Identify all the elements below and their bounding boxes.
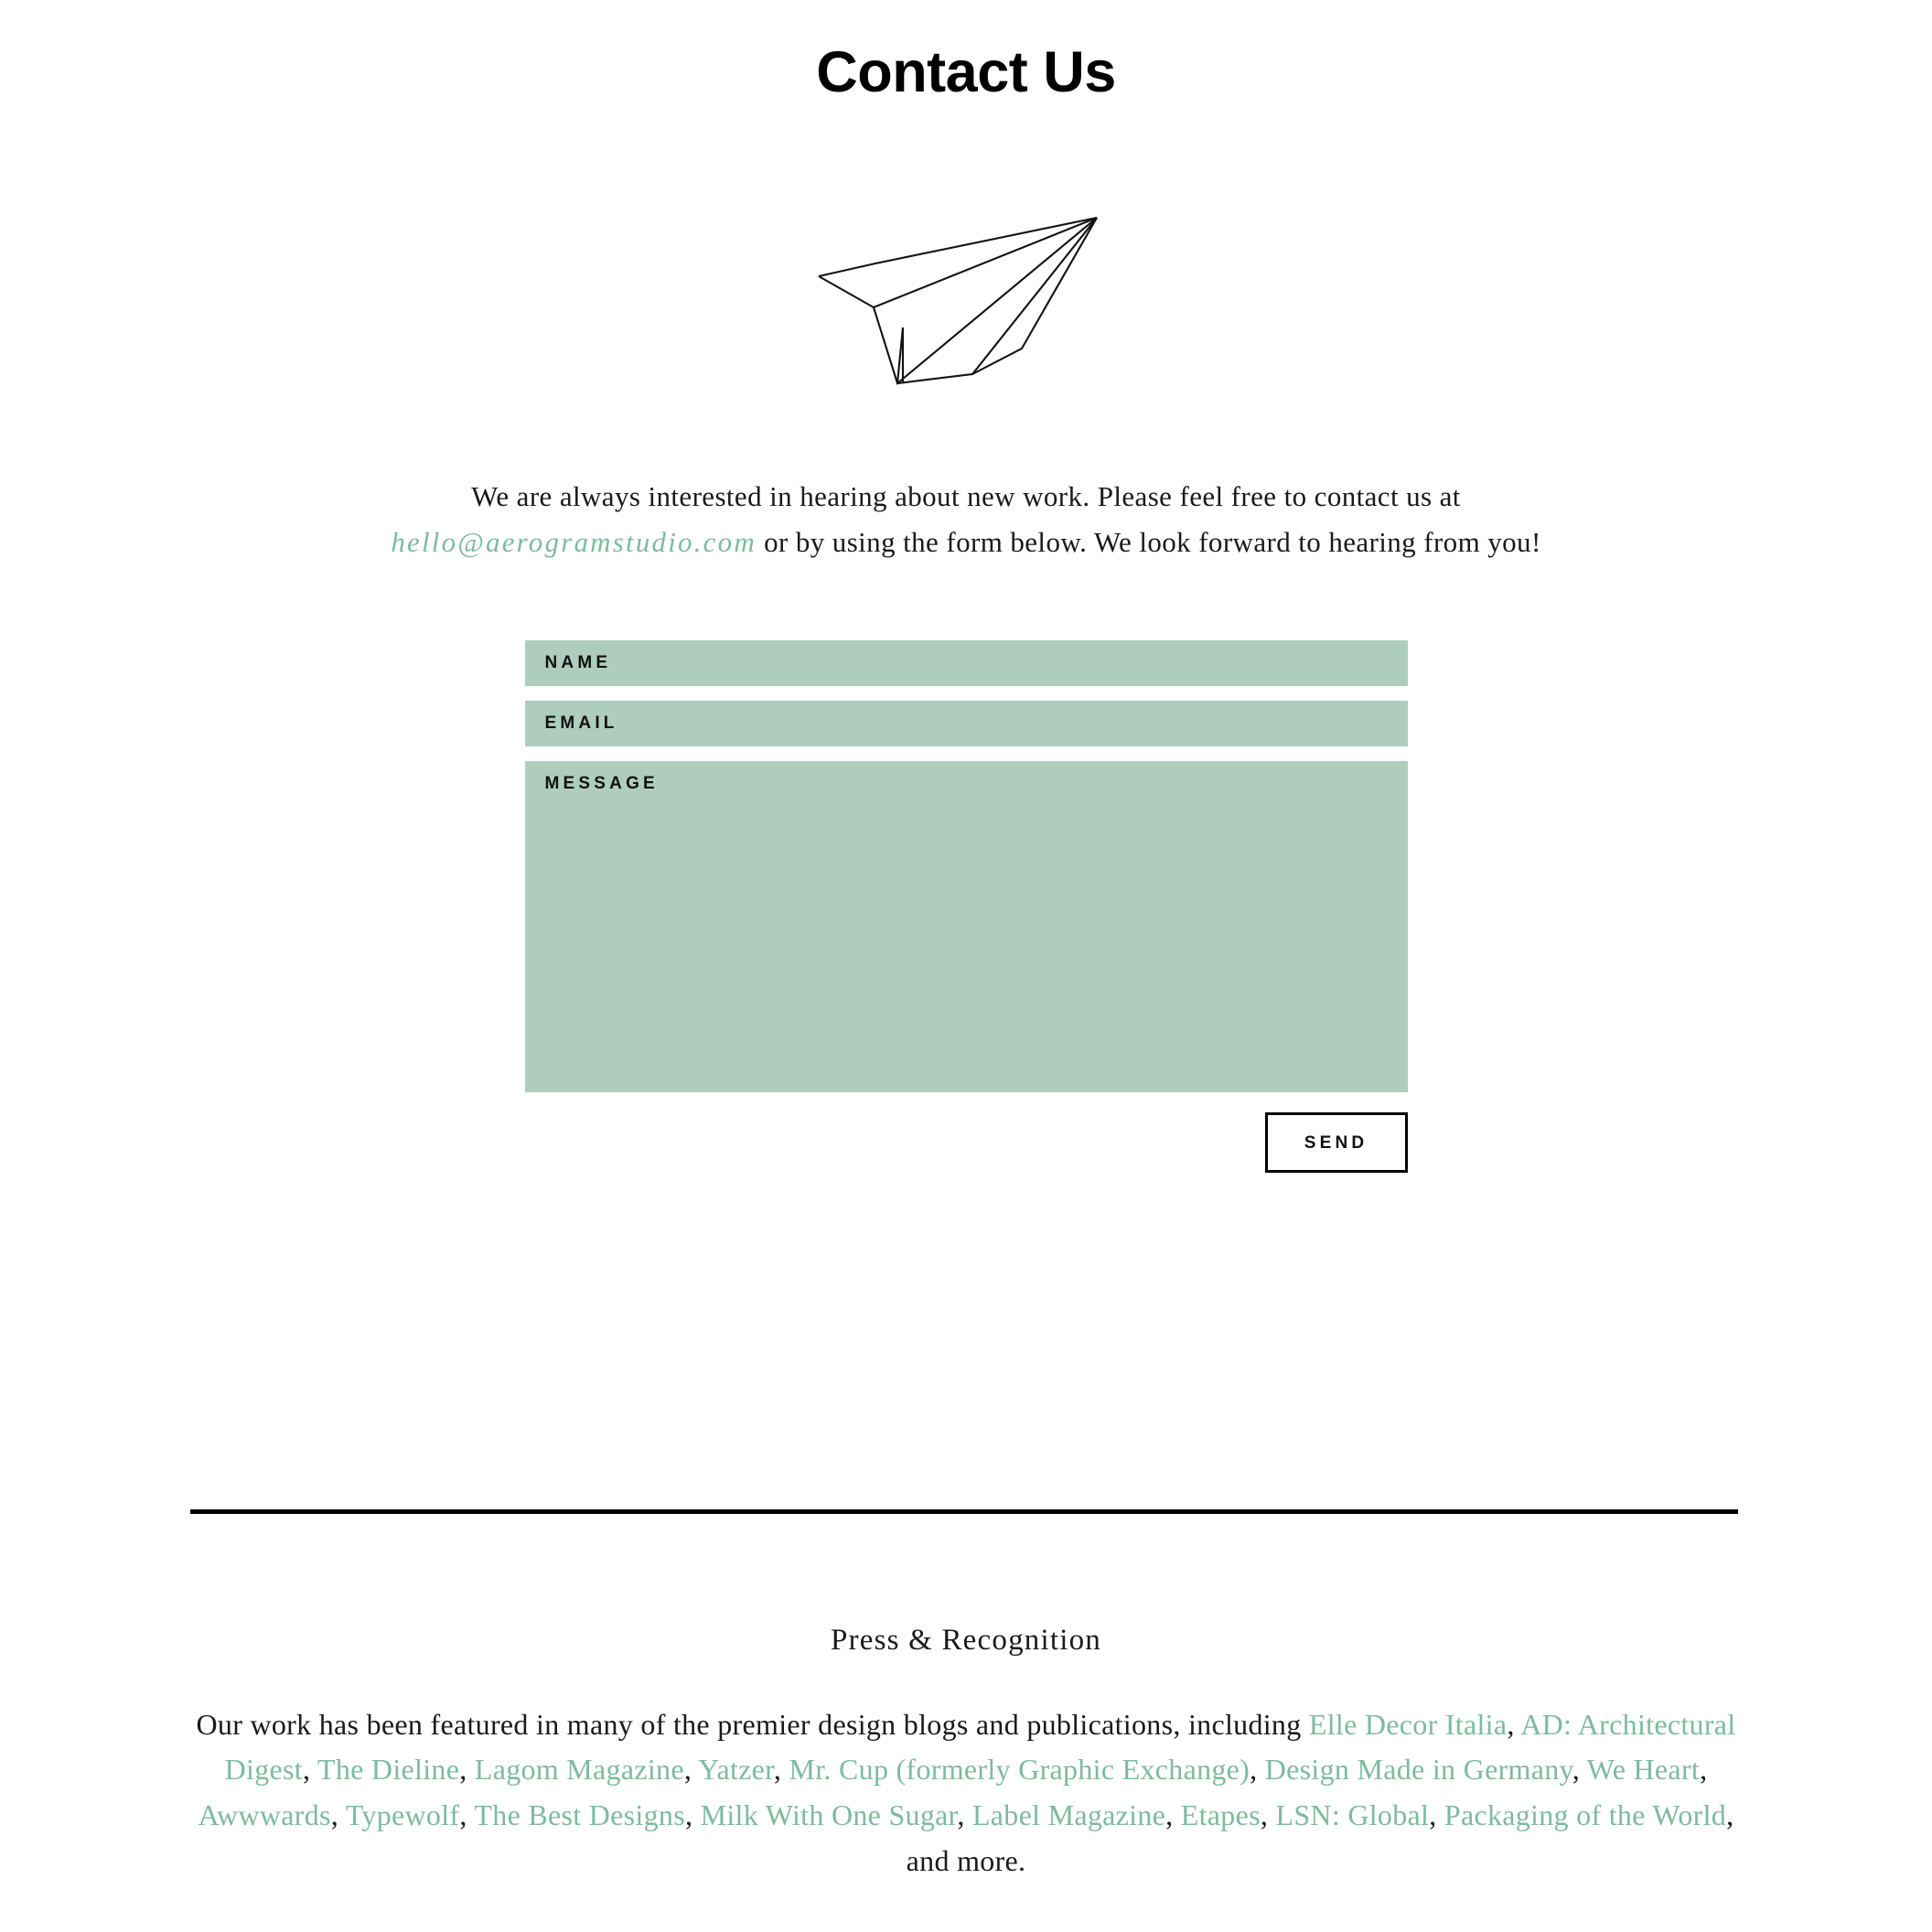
press-link[interactable]: Awwwards [199, 1798, 331, 1831]
email-link[interactable]: hello@aerogramstudio.com [391, 526, 757, 558]
press-link[interactable]: Lagom Magazine [475, 1753, 684, 1786]
press-link[interactable]: We Heart [1587, 1753, 1700, 1786]
name-input[interactable] [524, 640, 1408, 687]
press-link-separator: , [683, 1753, 699, 1787]
press-lead-text: Our work has been featured in many of th… [196, 1707, 1309, 1741]
press-link[interactable]: Design Made in Germany [1265, 1753, 1572, 1786]
press-link[interactable]: Etapes [1181, 1798, 1261, 1831]
press-link-separator: , [302, 1753, 317, 1787]
press-link-separator: , [957, 1798, 972, 1832]
press-link-separator: , [459, 1798, 475, 1832]
press-link[interactable]: Label Magazine [972, 1798, 1165, 1831]
press-link-separator: , [1250, 1753, 1265, 1787]
contact-form: NAME EMAIL MESSAGE [524, 640, 1408, 1093]
press-link-separator: , [773, 1753, 789, 1787]
press-link-separator: , [1507, 1707, 1521, 1741]
email-input[interactable] [524, 701, 1408, 747]
intro-paragraph: We are always interested in hearing abou… [371, 474, 1561, 565]
press-link[interactable]: Packaging of the World [1444, 1798, 1726, 1831]
email-field-wrapper[interactable]: EMAIL [524, 701, 1408, 747]
name-field-wrapper[interactable]: NAME [524, 640, 1408, 687]
paper-airplane-illustration [0, 188, 1932, 390]
send-button[interactable]: SEND [1264, 1112, 1408, 1174]
press-link[interactable]: The Best Designs [474, 1798, 685, 1831]
press-link-separator: , [459, 1753, 475, 1787]
press-link[interactable]: The Dieline [317, 1753, 459, 1786]
press-link-separator: , [1572, 1753, 1587, 1787]
press-and-recognition-section: Press & Recognition Our work has been fe… [0, 1621, 1932, 1884]
press-link-separator: , [330, 1798, 346, 1832]
section-divider [190, 1509, 1738, 1514]
intro-text-after-email: or by using the form below. We look forw… [756, 525, 1541, 558]
paper-airplane-icon [818, 216, 1098, 385]
press-link[interactable]: Typewolf [346, 1798, 460, 1831]
press-paragraph: Our work has been featured in many of th… [179, 1702, 1753, 1884]
press-link-separator: , [1260, 1798, 1276, 1832]
press-link-separator: , [1700, 1753, 1708, 1787]
press-link[interactable]: Yatzer [698, 1753, 774, 1786]
press-link-separator: , [684, 1798, 701, 1832]
press-link[interactable]: Milk With One Sugar [701, 1798, 958, 1831]
message-textarea[interactable] [524, 761, 1408, 1093]
press-link-separator: , [1165, 1798, 1181, 1832]
press-link[interactable]: Mr. Cup (formerly Graphic Exchange) [789, 1753, 1250, 1786]
press-link[interactable]: Elle Decor Italia [1309, 1708, 1508, 1741]
message-field-wrapper[interactable]: MESSAGE [524, 761, 1408, 1093]
intro-text-before-email: We are always interested in hearing abou… [471, 479, 1461, 512]
press-heading: Press & Recognition [831, 1624, 1101, 1657]
press-link-separator: , [1429, 1798, 1444, 1832]
press-link[interactable]: LSN: Global [1275, 1798, 1429, 1831]
send-button-row: SEND [525, 1112, 1408, 1174]
page-title: Contact Us [816, 40, 1116, 104]
